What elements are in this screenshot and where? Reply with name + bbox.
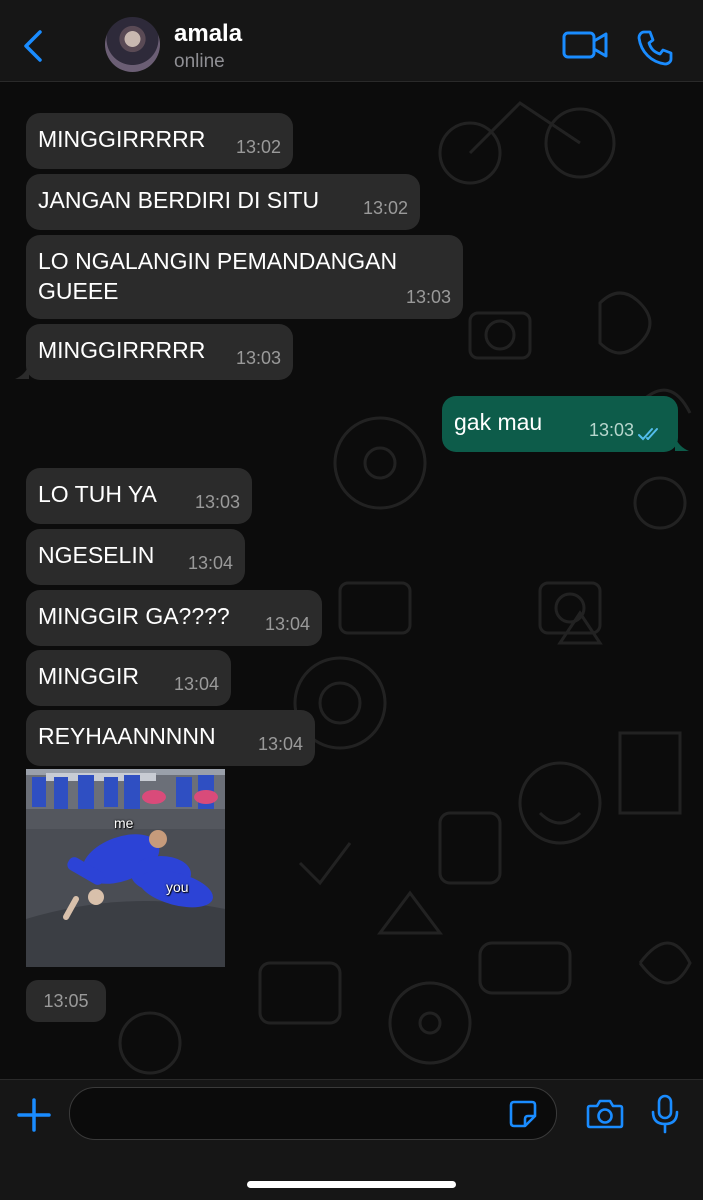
microphone-icon[interactable] [650, 1094, 680, 1134]
avatar[interactable] [105, 17, 160, 72]
message-bubble-incoming[interactable]: MINGGIR 13:04 [26, 650, 231, 706]
message-text: MINGGIR GA???? [38, 603, 230, 629]
chat-header: amala online [0, 0, 703, 82]
contact-name[interactable]: amala [174, 20, 242, 48]
message-bubble-incoming[interactable]: NGESELIN 13:04 [26, 529, 245, 585]
media-message-time: 13:05 [26, 980, 106, 1022]
composer-bar [0, 1079, 703, 1200]
message-text: LO TUH YA [38, 481, 157, 507]
message-text: gak mau [454, 409, 543, 435]
message-text: REYHAANNNNN [38, 723, 216, 749]
sticker-icon[interactable] [508, 1099, 538, 1129]
message-text: MINGGIR [38, 663, 139, 689]
contact-status: online [174, 51, 225, 72]
message-text: JANGAN BERDIRI DI SITU [38, 187, 320, 213]
message-input[interactable] [69, 1087, 557, 1140]
chevron-left-icon[interactable] [16, 26, 50, 66]
camera-icon[interactable] [586, 1098, 624, 1130]
message-bubble-incoming[interactable]: MINGGIR GA???? 13:04 [26, 590, 322, 646]
message-time: 13:02 [362, 198, 408, 218]
message-time: 13:03 [194, 492, 240, 512]
message-bubble-incoming[interactable]: JANGAN BERDIRI DI SITU 13:02 [26, 174, 420, 230]
meme-caption-bottom: you [166, 879, 189, 895]
message-bubble-incoming[interactable]: LO TUH YA 13:03 [26, 468, 252, 524]
message-text: MINGGIRRRRR [38, 126, 206, 152]
message-text: NGESELIN [38, 542, 155, 568]
bubble-tail [15, 365, 29, 379]
phone-icon[interactable] [636, 29, 674, 67]
message-bubble-incoming[interactable]: MINGGIRRRRR 13:02 [26, 113, 293, 169]
video-camera-icon[interactable] [562, 28, 608, 62]
message-time: 13:03 [588, 420, 634, 440]
home-indicator [247, 1181, 456, 1188]
message-text: MINGGIRRRRR [38, 337, 206, 363]
message-time: 13:03 [235, 348, 281, 368]
message-bubble-incoming[interactable]: MINGGIRRRRR 13:03 [26, 324, 293, 380]
media-image[interactable]: me you [26, 769, 225, 967]
message-bubble-outgoing[interactable]: gak mau 13:03 [442, 396, 678, 452]
message-time: 13:04 [187, 553, 233, 573]
message-text: LO NGALANGIN PEMANDANGAN GUEEE [38, 248, 398, 304]
message-time: 13:04 [264, 614, 310, 634]
message-bubble-incoming[interactable]: REYHAANNNNN 13:04 [26, 710, 315, 766]
message-time: 13:04 [257, 734, 303, 754]
message-time: 13:03 [405, 287, 451, 307]
double-check-icon [638, 428, 658, 441]
bubble-tail [675, 437, 689, 451]
meme-caption-top: me [114, 815, 134, 831]
message-time: 13:04 [173, 674, 219, 694]
message-list[interactable]: MINGGIRRRRR 13:02 JANGAN BERDIRI DI SITU… [0, 83, 703, 1079]
message-time: 13:02 [235, 137, 281, 157]
meme-image [26, 769, 225, 967]
plus-icon[interactable] [16, 1097, 52, 1133]
message-bubble-incoming[interactable]: LO NGALANGIN PEMANDANGAN GUEEE 13:03 [26, 235, 463, 319]
